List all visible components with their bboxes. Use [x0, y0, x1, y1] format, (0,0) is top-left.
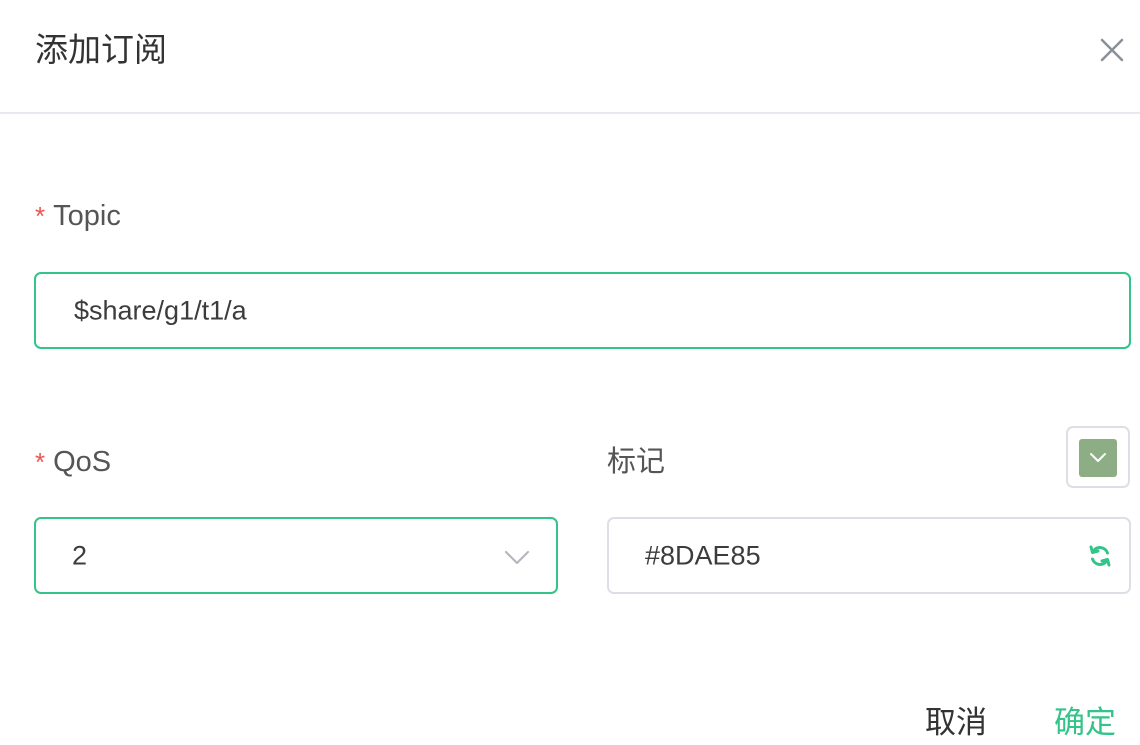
qos-label-row: * QoS [35, 444, 111, 480]
color-swatch [1079, 439, 1117, 477]
chevron-down-icon [504, 550, 530, 565]
mark-color-value: #8DAE85 [645, 540, 761, 570]
close-button[interactable] [1094, 32, 1130, 68]
mark-label: 标记 [607, 446, 666, 478]
mark-color-input[interactable]: #8DAE85 [607, 517, 1131, 594]
required-marker: * [35, 201, 46, 231]
add-subscription-dialog: 添加订阅 * Topic $share/g1/t1/a * QoS 2 标记 #8D… [0, 0, 1140, 745]
required-marker: * [35, 447, 46, 477]
cancel-button[interactable]: 取消 [925, 704, 987, 742]
confirm-button[interactable]: 确定 [1054, 704, 1116, 742]
close-icon [1100, 38, 1124, 62]
topic-input[interactable]: $share/g1/t1/a [34, 272, 1131, 349]
chevron-down-icon [1090, 453, 1106, 462]
topic-label: Topic [53, 200, 121, 232]
dialog-title: 添加订阅 [35, 31, 167, 68]
topic-label-row: * Topic [35, 198, 121, 234]
color-picker-button[interactable] [1066, 426, 1130, 488]
dialog-header: 添加订阅 [0, 0, 1140, 114]
qos-select-value: 2 [72, 540, 88, 570]
qos-select[interactable]: 2 [34, 517, 558, 594]
topic-input-value: $share/g1/t1/a [74, 295, 247, 325]
qos-label: QoS [53, 446, 112, 478]
refresh-icon[interactable] [1087, 543, 1113, 569]
